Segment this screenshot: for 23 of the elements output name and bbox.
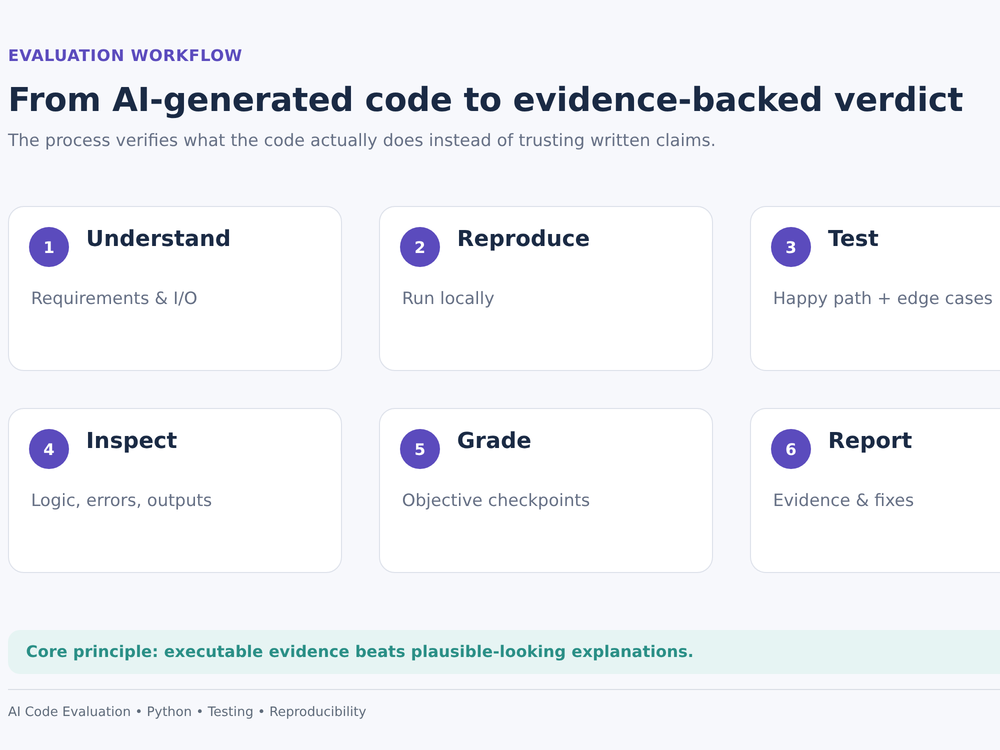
- footer-text: AI Code Evaluation • Python • Testing • Reproducibility: [8, 705, 368, 721]
- eyebrow-label: EVALUATION WORKFLOW: [8, 46, 244, 66]
- principle-banner: Core principle: executable evidence beats plausible-looking explanations.: [8, 630, 1000, 674]
- step-description: Happy path + edge cases: [772, 288, 993, 310]
- step-number: 4: [29, 429, 69, 469]
- step-number: 2: [400, 227, 440, 267]
- step-description: Run locally: [401, 288, 496, 310]
- step-title: Inspect: [86, 429, 178, 455]
- step-number: 5: [400, 429, 440, 469]
- page-title: From AI-generated code to evidence-backed verdict: [8, 80, 964, 120]
- step-title: Reproduce: [457, 227, 590, 253]
- step-title: Grade: [457, 429, 532, 455]
- step-title: Test: [828, 227, 879, 253]
- page-subtitle: The process verifies what the code actually does instead of trusting written claims.: [8, 130, 717, 152]
- step-title: Understand: [86, 227, 231, 253]
- step-number: 3: [771, 227, 811, 267]
- step-description: Evidence & fixes: [772, 490, 915, 512]
- step-description: Objective checkpoints: [401, 490, 591, 512]
- step-description: Logic, errors, outputs: [30, 490, 213, 512]
- step-number: 1: [29, 227, 69, 267]
- step-title: Report: [828, 429, 912, 455]
- step-description: Requirements & I/O: [30, 288, 198, 310]
- step-number: 6: [771, 429, 811, 469]
